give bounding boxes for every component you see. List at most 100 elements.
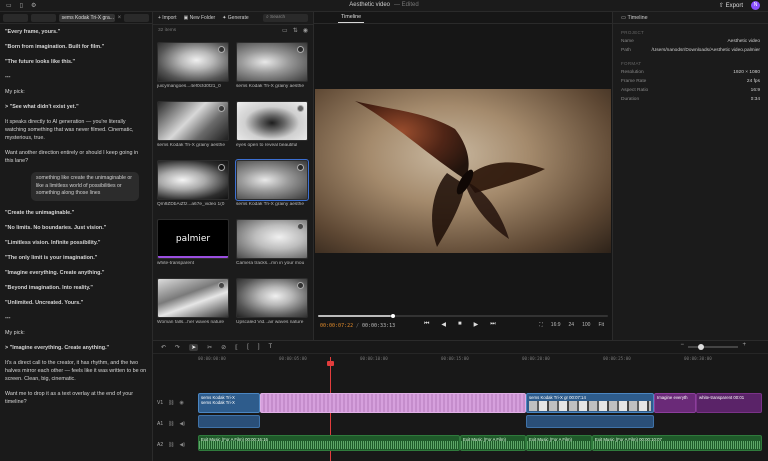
video-clip[interactable]: sems Kodak Tri-X sems Kodak Tri-X [198,393,260,413]
select-tool-icon[interactable]: ➤ [189,343,199,351]
media-item[interactable]: palmier white-transparent [157,219,229,266]
export-button[interactable]: ⇧ Export [719,2,743,9]
media-item[interactable]: sems Kodak Tri-X grainy aesthe [157,101,229,148]
aspect-ratio-option[interactable]: 16:9 [551,322,561,328]
bracket-right-icon[interactable]: ] [258,344,260,350]
split-icon[interactable]: ⟦ [235,344,238,351]
tab-timeline[interactable]: Timeline [338,14,365,23]
play-icon[interactable]: ▶ [474,321,479,328]
chat-tab[interactable] [3,13,28,22]
avatar[interactable]: N [751,1,760,10]
fullscreen-icon[interactable]: ⛶ [539,322,543,328]
sort-icon[interactable]: ⇅ [293,27,298,34]
zoom-option[interactable]: 100 [582,322,590,328]
chat-message: > "Imagine everything. Create anything." [5,344,110,351]
duration-row: Duration 0:34 [613,95,768,104]
skip-end-icon[interactable]: ⏭ [490,321,495,328]
media-thumbnail[interactable] [236,42,308,82]
media-thumbnail[interactable] [157,160,229,200]
chat-panel: sems Kodak Tri-X gra... × "Every frame, … [0,12,153,461]
media-caption: Upscaled Vid...air waves nature [236,320,304,325]
search-input[interactable]: ⌕ Search [263,14,308,22]
razor-tool-icon[interactable]: ✂ [207,344,212,351]
chat-message: > "See what didn't exist yet." [5,104,79,110]
scrubber-handle[interactable] [390,314,395,318]
track-name: V1 [157,400,164,406]
kv-value: /Users/nanodsr/Downloads/Aesthetic video… [651,48,760,53]
view-icon[interactable]: ◉ [303,27,308,34]
fit-option[interactable]: Fit [598,322,604,328]
audio-clip[interactable] [526,415,654,428]
ruler-tick: 00:00:20:00 [522,356,550,361]
generate-button[interactable]: ✦ Generate [222,15,248,21]
eye-icon[interactable]: ◉ [179,400,183,406]
zoom-in-icon[interactable]: + [742,342,746,348]
media-item[interactable]: Upscaled Vid...air waves nature [236,278,308,325]
zoom-out-icon[interactable]: − [680,342,684,348]
link-icon[interactable]: ⛓ [168,400,174,406]
music-clip[interactable]: Exit Music (For A Film) [460,435,526,451]
redo-icon[interactable]: ↷ [175,344,180,351]
chat-tab[interactable] [30,13,56,22]
time-ruler[interactable]: 00:00:00:00 00:00:05:00 00:00:10:00 00:00:1… [198,355,768,364]
video-badge-icon [297,105,304,112]
media-thumbnail[interactable] [157,278,229,318]
speaker-icon[interactable]: ◀) [179,421,185,427]
media-item[interactable]: sems Kodak Tri-X grainy aesthe [236,42,308,89]
chat-message: "The only limit is your imagination." [5,254,98,261]
text-overlay-clip[interactable]: Imagine everyth [654,393,696,413]
kv-value: 1920 × 1080 [733,70,760,75]
media-item[interactable]: sems Kodak Tri-X grainy aesthe [235,159,309,207]
text-overlay-clip[interactable]: white-transparent 00:01 [696,393,762,413]
fps-option[interactable]: 24 [569,322,575,328]
chat-message: "Limitless vision. Infinite possibility.… [5,239,101,246]
chat-tab-active[interactable]: sems Kodak Tri-X gra... [58,13,115,22]
media-caption: sems Kodak Tri-X grainy aesthe [236,84,304,89]
music-clip[interactable]: Exit Music (For A Film) 00:00:10:07 [592,435,762,451]
text-tool-icon[interactable]: T [268,344,272,350]
media-thumbnail[interactable] [157,42,229,82]
chat-message: My pick: [5,89,25,95]
media-item[interactable]: Camera tracks...mn in your mou [236,219,308,266]
bracket-left-icon[interactable]: [ [247,344,249,350]
video-badge-icon [297,223,304,230]
new-folder-label: New Folder [189,15,216,21]
music-clip[interactable]: Exit Music (For A Film) 00:00:16:16 [198,435,460,451]
step-back-icon[interactable]: ◀ [441,321,446,328]
video-clip[interactable]: sems Kodak Tri-X gr 00:07:14 [526,393,654,413]
edited-status: — Edited [394,2,419,8]
audio-clip[interactable] [198,415,260,428]
undo-icon[interactable]: ↶ [161,344,166,351]
media-thumbnail[interactable] [236,278,308,318]
music-clip[interactable]: Exit Music (For A Film) [526,435,592,451]
zoom-slider-handle[interactable] [698,344,704,350]
stop-icon[interactable]: ■ [458,321,462,328]
video-badge-icon [297,46,304,53]
media-item[interactable]: eyes open to reveal beautiful [236,101,308,148]
video-clip[interactable] [260,393,526,413]
clip-label: sems Kodak Tri-X gr 00:07:14 [529,395,586,400]
skip-start-icon[interactable]: ⏮ [424,321,429,328]
import-button[interactable]: + Import [158,15,176,21]
media-item[interactable]: Woman falls...her waves nature [157,278,229,325]
media-thumbnail[interactable] [157,101,229,141]
chat-tab[interactable] [124,13,149,22]
media-thumbnail[interactable] [236,219,308,259]
link-icon[interactable]: ⛓ [168,442,174,448]
video-badge-icon [218,282,225,289]
new-folder-button[interactable]: ▣ New Folder [183,15,215,21]
media-caption: juicymangoes...4ef0cfd0f21_0 [157,84,221,89]
media-item[interactable]: Qm9ZDbAiZfz...a67e_video 1(0 [157,160,229,207]
media-thumbnail[interactable] [236,101,308,141]
zoom-slider[interactable] [688,344,738,350]
link-icon[interactable]: ⊘ [221,344,226,351]
scrubber[interactable] [318,314,608,318]
media-thumbnail[interactable]: palmier [157,219,229,259]
close-icon[interactable]: × [118,15,122,21]
folder-icon[interactable]: ▭ [282,27,288,34]
speaker-icon[interactable]: ◀) [179,442,185,448]
audio-waveform [461,441,525,449]
media-item[interactable]: juicymangoes...4ef0cfd0f21_0 [157,42,229,89]
media-thumbnail[interactable] [235,159,309,201]
link-icon[interactable]: ⛓ [168,421,174,427]
